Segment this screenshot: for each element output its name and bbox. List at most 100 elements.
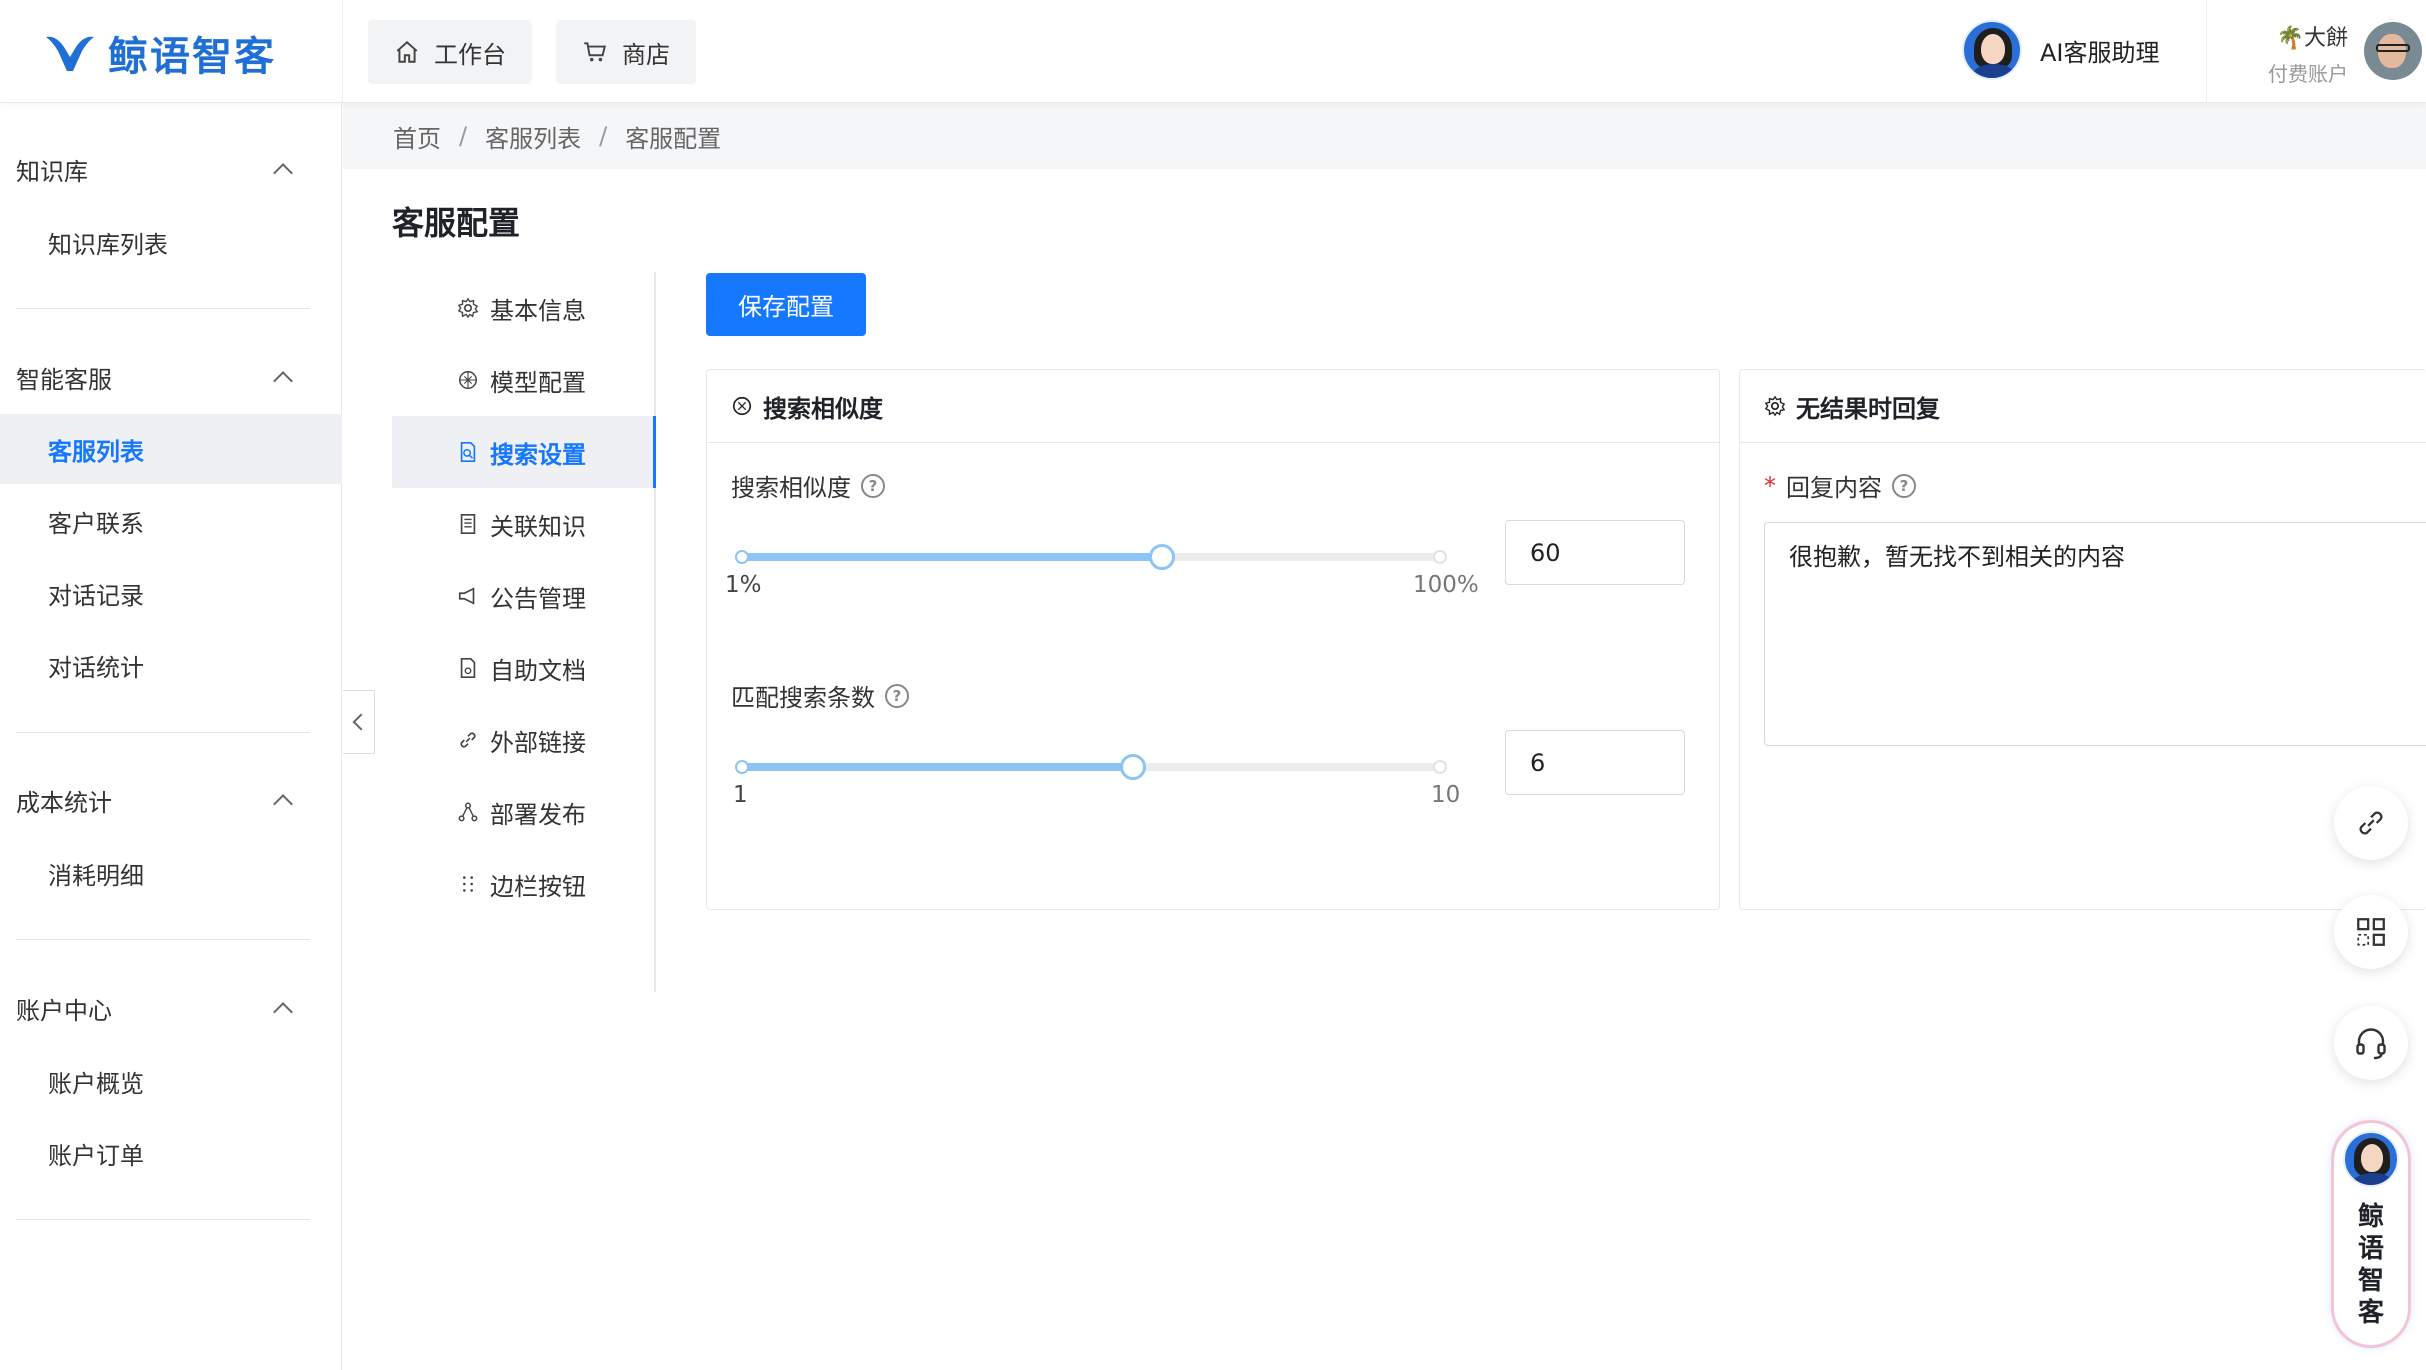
sidebar-item-knowledge-list[interactable]: 知识库列表 <box>0 207 342 277</box>
brand-char: 智 <box>2357 1266 2384 1296</box>
sidebar-item-label: 知识库列表 <box>48 230 168 259</box>
chevron-up-icon <box>273 163 293 183</box>
slider-max-label: 10 <box>1431 782 1461 808</box>
nav-group-knowledge[interactable]: 知识库 <box>16 149 296 189</box>
sidebar-item-label: 消耗明细 <box>48 861 144 890</box>
float-support-button[interactable] <box>2334 1006 2408 1080</box>
brand-logo[interactable]: 鲸语智客 <box>42 28 276 80</box>
sidebar-item-chat-stats[interactable]: 对话统计 <box>0 630 342 700</box>
gear-icon <box>456 296 480 320</box>
sidebar-item-chat-records[interactable]: 对话记录 <box>0 558 342 628</box>
sidebar-item-usage-detail[interactable]: 消耗明细 <box>0 838 342 908</box>
reply-content-label: * 回复内容 ? <box>1764 468 1916 503</box>
slider-max-label: 100% <box>1413 572 1479 598</box>
nav-group-account[interactable]: 账户中心 <box>16 988 296 1028</box>
divider <box>16 1219 310 1220</box>
similarity-slider[interactable] <box>735 544 1447 570</box>
nav-group-service[interactable]: 智能客服 <box>16 357 296 397</box>
submenu-label: 基本信息 <box>490 296 586 325</box>
slider-handle[interactable] <box>1120 754 1147 780</box>
submenu-item-linked-knowledge[interactable]: 关联知识 <box>392 488 656 560</box>
slider-handle[interactable] <box>1148 544 1175 570</box>
help-icon[interactable]: ? <box>861 473 885 498</box>
user-plan: 付费账户 <box>2268 62 2348 86</box>
workbench-button[interactable]: 工作台 <box>368 20 532 84</box>
float-link-button[interactable] <box>2334 786 2408 860</box>
divider <box>2206 0 2207 103</box>
similarity-input[interactable]: 60 <box>1505 520 1685 585</box>
submenu-label: 关联知识 <box>490 512 586 541</box>
workbench-label: 工作台 <box>434 40 506 69</box>
sidebar-item-account-overview[interactable]: 账户概览 <box>0 1046 342 1116</box>
brand-char: 客 <box>2357 1298 2384 1328</box>
top-bar: 鲸语智客 工作台 商店 AI客服助理 🌴大餅 付费账户 <box>0 0 2426 103</box>
nav-group-title: 知识库 <box>16 157 88 186</box>
help-icon[interactable]: ? <box>885 683 909 708</box>
breadcrumb: 首页 / 客服列表 / 客服配置 <box>343 103 2426 169</box>
store-button[interactable]: 商店 <box>556 20 696 84</box>
reply-content-textarea[interactable]: 很抱歉，暂无找不到相关的内容 <box>1764 522 2426 746</box>
submenu-item-basic-info[interactable]: 基本信息 <box>392 272 656 344</box>
slider-fill <box>741 763 1134 771</box>
sidebar-item-label: 客服列表 <box>48 437 144 466</box>
link-icon <box>2359 811 2383 835</box>
submenu-item-deploy[interactable]: 部署发布 <box>392 776 656 848</box>
headset-icon <box>2356 1028 2386 1060</box>
assistant-avatar <box>2343 1131 2399 1187</box>
chevron-up-icon <box>273 371 293 391</box>
sidebar-item-account-orders[interactable]: 账户订单 <box>0 1118 342 1188</box>
chevron-up-icon <box>273 794 293 814</box>
whale-logo-icon <box>46 36 94 71</box>
save-config-button[interactable]: 保存配置 <box>706 273 866 336</box>
submenu-label: 搜索设置 <box>490 440 586 469</box>
document-icon <box>456 656 480 680</box>
submenu-item-sidebar-buttons[interactable]: 边栏按钮 <box>392 848 656 920</box>
ai-assistant-button[interactable]: AI客服助理 <box>1962 20 2160 80</box>
sidebar-item-customer-contact[interactable]: 客户联系 <box>0 486 342 556</box>
page-title: 客服配置 <box>392 204 521 242</box>
required-mark: * <box>1764 471 1776 500</box>
deploy-icon <box>456 800 480 824</box>
submenu-label: 部署发布 <box>490 800 586 829</box>
slider-min-dot <box>735 550 749 564</box>
field-label-text: 匹配搜索条数 <box>731 684 875 712</box>
slider-min-label: 1% <box>725 572 762 598</box>
sidebar-item-label: 账户概览 <box>48 1069 144 1098</box>
divider <box>16 939 310 940</box>
submenu-item-search-settings[interactable]: 搜索设置 <box>392 416 656 488</box>
match-count-slider[interactable] <box>735 754 1447 780</box>
slider-fill <box>741 553 1162 561</box>
submenu-item-external-links[interactable]: 外部链接 <box>392 704 656 776</box>
assistant-avatar <box>1962 20 2022 80</box>
home-icon <box>396 40 418 63</box>
divider <box>16 732 310 733</box>
nav-group-cost[interactable]: 成本统计 <box>16 780 296 820</box>
sidebar-collapse-button[interactable] <box>343 690 375 754</box>
float-brand-widget[interactable]: 鲸 语 智 客 <box>2334 1123 2408 1345</box>
link-icon <box>456 728 480 752</box>
brand-char: 语 <box>2357 1234 2384 1264</box>
match-count-label: 匹配搜索条数 ? <box>731 678 909 713</box>
chevron-left-icon <box>352 713 369 731</box>
float-qrcode-button[interactable] <box>2334 895 2408 969</box>
submenu-item-model-config[interactable]: 模型配置 <box>392 344 656 416</box>
card-header: 搜索相似度 <box>707 370 1719 443</box>
breadcrumb-home[interactable]: 首页 <box>393 119 441 154</box>
submenu-label: 自助文档 <box>490 656 586 685</box>
similarity-label: 搜索相似度 ? <box>731 468 885 503</box>
qrcode-icon <box>2357 918 2385 946</box>
sidebar-item-service-list[interactable]: 客服列表 <box>0 414 342 484</box>
sidebar: 知识库 知识库列表 智能客服 客服列表 客户联系 对话记录 对话统计 成本统计 … <box>0 103 342 1370</box>
submenu-label: 边栏按钮 <box>490 872 586 901</box>
drag-dots-icon <box>456 872 480 896</box>
submenu-item-announcement[interactable]: 公告管理 <box>392 560 656 632</box>
user-info[interactable]: 🌴大餅 付费账户 <box>2262 20 2348 87</box>
submenu-item-self-help-docs[interactable]: 自助文档 <box>392 632 656 704</box>
match-count-input[interactable]: 6 <box>1505 730 1685 795</box>
user-avatar[interactable] <box>2364 22 2422 80</box>
submenu-label: 模型配置 <box>490 368 586 397</box>
help-icon[interactable]: ? <box>1892 473 1916 498</box>
nav-group-title: 智能客服 <box>16 365 112 394</box>
breadcrumb-separator: / <box>599 122 608 150</box>
breadcrumb-service-list[interactable]: 客服列表 <box>485 119 581 154</box>
